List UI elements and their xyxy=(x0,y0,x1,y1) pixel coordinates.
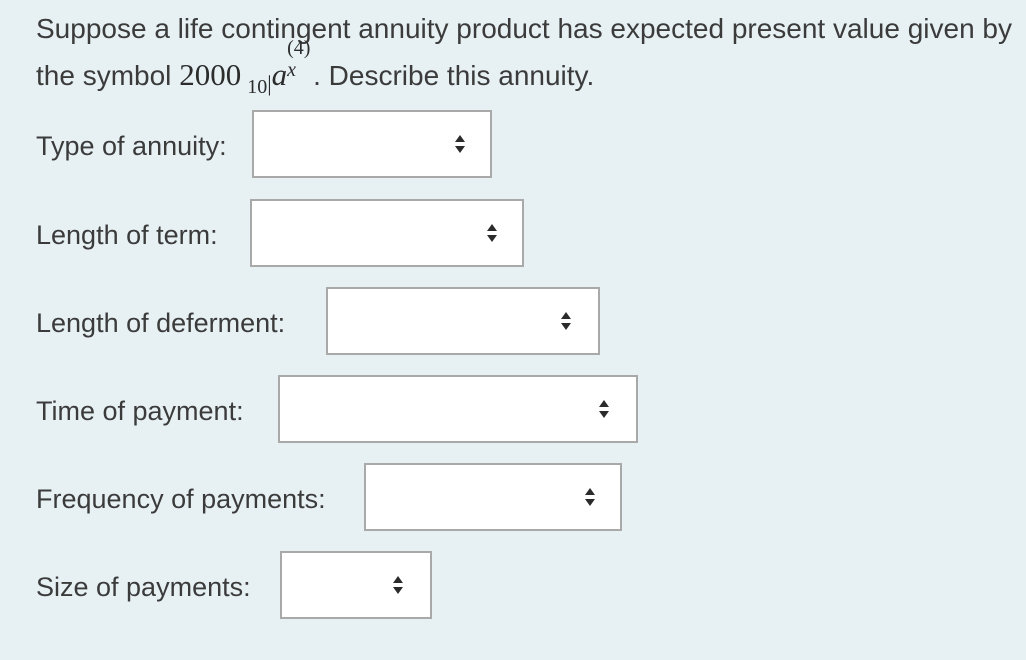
up-down-arrows-icon xyxy=(560,311,572,331)
up-down-arrows-icon xyxy=(392,575,404,595)
math-annuity-letter: a xyxy=(271,57,288,92)
math-subscript: x xyxy=(287,59,296,81)
up-down-arrows-icon xyxy=(598,399,610,419)
field-row-frequency-of-payments: Frequency of payments: xyxy=(36,463,326,535)
field-row-length-of-deferment: Length of deferment: xyxy=(36,287,285,359)
math-deferral-period: 10 xyxy=(247,76,268,98)
field-row-size-of-payments: Size of payments: xyxy=(36,551,251,623)
size-of-payments-select[interactable] xyxy=(280,551,432,619)
length-of-term-select[interactable] xyxy=(250,199,524,267)
length-of-deferment-label: Length of deferment: xyxy=(36,307,286,338)
annuity-symbol: 2000 10|a (4) x xyxy=(179,37,313,98)
up-down-arrows-icon xyxy=(584,487,596,507)
time-of-payment-label: Time of payment: xyxy=(36,395,244,426)
field-row-type-of-annuity: Type of annuity: xyxy=(36,110,227,182)
math-deferral-bar: | xyxy=(267,71,272,96)
length-of-deferment-select[interactable] xyxy=(326,287,600,355)
question-outro: . Describe this annuity. xyxy=(313,60,595,91)
field-row-length-of-term: Length of term: xyxy=(36,199,218,271)
math-coefficient: 2000 xyxy=(179,57,242,92)
field-row-time-of-payment: Time of payment: xyxy=(36,375,244,447)
up-down-arrows-icon xyxy=(486,223,498,243)
size-of-payments-label: Size of payments: xyxy=(36,571,251,602)
up-down-arrows-icon xyxy=(454,134,466,154)
length-of-term-label: Length of term: xyxy=(36,219,218,250)
type-of-annuity-label: Type of annuity: xyxy=(36,130,227,161)
time-of-payment-select[interactable] xyxy=(278,375,638,443)
type-of-annuity-select[interactable] xyxy=(252,110,492,178)
frequency-of-payments-label: Frequency of payments: xyxy=(36,483,326,514)
question-text: Suppose a life contingent annuity produc… xyxy=(36,6,1016,102)
frequency-of-payments-select[interactable] xyxy=(364,463,622,531)
